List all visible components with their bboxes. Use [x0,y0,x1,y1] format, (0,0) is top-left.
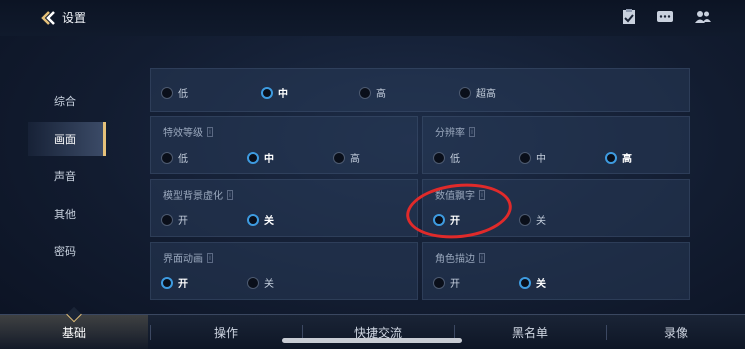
effects-option-medium[interactable]: 中 [247,150,274,165]
back-arrow-icon [41,10,55,25]
resolution-option-medium[interactable]: 中 [519,150,546,165]
ui-animation-panel: 界面动画 i 开 关 [150,242,418,300]
quality-panel: 低 中 高 超高 [150,68,690,112]
info-icon[interactable]: i [469,126,475,137]
ui-animation-option-off[interactable]: 关 [247,275,274,290]
damage-numbers-option-off[interactable]: 关 [519,212,546,227]
page-title: 设置 [62,11,87,25]
model-bg-blur-panel: 模型背景虚化 i 开 关 [150,179,418,237]
char-outline-title: 角色描边 [435,254,475,265]
resolution-option-high[interactable]: 高 [605,150,632,165]
info-icon[interactable]: i [227,189,233,200]
effects-option-low[interactable]: 低 [161,150,188,165]
effects-option-high[interactable]: 高 [333,150,360,165]
info-icon[interactable]: i [479,252,485,263]
info-icon[interactable]: i [207,252,213,263]
sidebar-item-general[interactable]: 综合 [28,84,106,118]
quality-option-high[interactable]: 高 [359,85,386,100]
back-button[interactable]: 设置 [40,9,86,26]
bottom-tab-bar: 基础 操作 快捷交流 黑名单 录像 [0,314,745,349]
char-outline-option-off[interactable]: 关 [519,275,546,290]
quality-option-medium[interactable]: 中 [261,85,288,100]
sidebar-item-sound[interactable]: 声音 [28,159,106,193]
tab-replay[interactable]: 录像 [607,315,745,349]
top-bar: 设置 [0,0,745,36]
sidebar: 综合 画面 声音 其他 密码 [0,36,110,314]
resolution-title: 分辨率 [435,128,465,139]
effects-level-panel: 特效等级 i 低 中 高 [150,116,418,174]
model-bg-blur-title: 模型背景虚化 [163,191,223,202]
home-indicator[interactable] [282,338,462,343]
tab-blacklist[interactable]: 黑名单 [455,315,605,349]
tab-controls[interactable]: 操作 [151,315,301,349]
quality-option-ultra[interactable]: 超高 [459,85,496,100]
model-bg-blur-option-off[interactable]: 关 [247,212,274,227]
resolution-panel: 分辨率 i 低 中 高 [422,116,690,174]
tab-basic[interactable]: 基础 [0,315,148,349]
resolution-option-low[interactable]: 低 [433,150,460,165]
char-outline-panel: 角色描边 i 开 关 [422,242,690,300]
ui-animation-title: 界面动画 [163,254,203,265]
chat-icon[interactable] [656,9,674,25]
sidebar-item-graphics[interactable]: 画面 [28,122,106,156]
ui-animation-option-on[interactable]: 开 [161,275,188,290]
friends-icon[interactable] [694,9,712,25]
sidebar-item-password[interactable]: 密码 [28,234,106,268]
clipboard-icon[interactable] [620,9,638,25]
sidebar-item-other[interactable]: 其他 [28,197,106,231]
tab-quick-chat[interactable]: 快捷交流 [303,315,453,349]
info-icon[interactable]: i [207,126,213,137]
char-outline-option-on[interactable]: 开 [433,275,460,290]
effects-level-title: 特效等级 [163,128,203,139]
quality-option-low[interactable]: 低 [161,85,188,100]
model-bg-blur-option-on[interactable]: 开 [161,212,188,227]
